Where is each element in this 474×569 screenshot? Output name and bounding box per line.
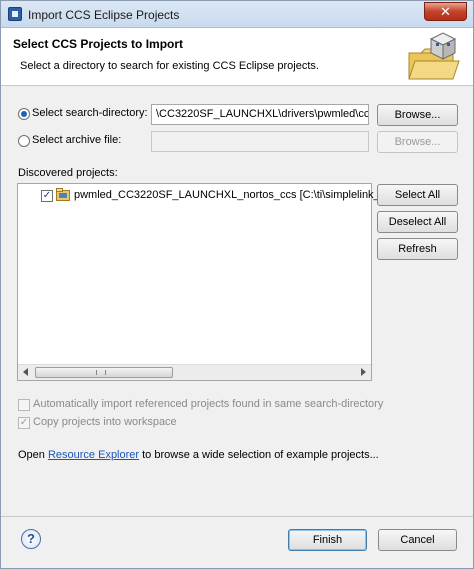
copy-projects-label: Copy projects into workspace [33,416,177,428]
title-bar[interactable]: Import CCS Eclipse Projects ✕ [1,1,473,28]
grip-icon [96,370,106,375]
copy-projects-checkbox[interactable]: ✓ [18,417,30,429]
banner-title: Select CCS Projects to Import [13,37,184,51]
archive-file-radio[interactable] [18,135,30,147]
resource-explorer-hint: Open Resource Explorer to browse a wide … [18,449,379,461]
search-directory-input[interactable]: \CC3220SF_LAUNCHXL\drivers\pwmled\ccs [151,104,369,125]
app-icon [8,7,22,21]
import-dialog: Import CCS Eclipse Projects ✕ Select CCS… [0,0,474,569]
close-button[interactable]: ✕ [424,2,467,21]
footer-separator [1,516,473,517]
auto-import-label: Automatically import referenced projects… [33,398,384,410]
browse-archive-button[interactable]: Browse... [377,131,458,153]
select-all-button[interactable]: Select All [377,184,458,206]
deselect-all-button[interactable]: Deselect All [377,211,458,233]
project-checkbox[interactable]: ✓ [41,190,53,202]
finish-button[interactable]: Finish [288,529,367,551]
folder-with-box-icon [408,32,460,80]
archive-file-label: Select archive file: [32,134,122,146]
discovered-projects-list[interactable]: ✓ pwmled_CC3220SF_LAUNCHXL_nortos_ccs [C… [17,183,385,381]
horizontal-scrollbar[interactable] [18,364,371,380]
project-folder-icon [56,188,70,201]
cancel-button[interactable]: Cancel [378,529,457,551]
banner-description: Select a directory to search for existin… [20,60,319,72]
search-directory-radio[interactable] [18,108,30,120]
archive-file-input[interactable] [151,131,369,152]
help-icon[interactable]: ? [21,529,41,549]
hint-prefix: Open [18,449,48,461]
browse-directory-button[interactable]: Browse... [377,104,458,126]
header-banner: Select CCS Projects to Import Select a d… [1,28,473,86]
refresh-button[interactable]: Refresh [377,238,458,260]
hint-suffix: to browse a wide selection of example pr… [139,449,379,461]
scroll-right-icon[interactable] [361,368,366,376]
scroll-left-icon[interactable] [23,368,28,376]
discovered-projects-label: Discovered projects: [18,167,118,179]
auto-import-checkbox[interactable] [18,399,30,411]
project-name: pwmled_CC3220SF_LAUNCHXL_nortos_ccs [C:\… [74,189,386,201]
list-item[interactable]: pwmled_CC3220SF_LAUNCHXL_nortos_ccs [C:\… [56,187,386,204]
scrollbar-thumb[interactable] [35,367,173,378]
resource-explorer-link[interactable]: Resource Explorer [48,449,139,461]
window-title: Import CCS Eclipse Projects [28,8,180,22]
search-directory-label: Select search-directory: [32,107,148,119]
